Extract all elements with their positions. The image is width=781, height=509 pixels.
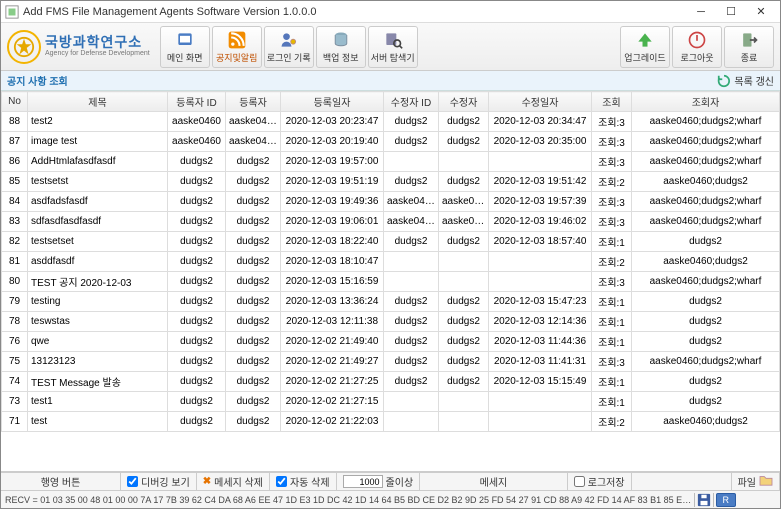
column-header[interactable]: 조회자 <box>632 92 780 112</box>
refresh-list-button[interactable]: 목록 갱신 <box>717 73 774 88</box>
row-button-cell[interactable]: 행영 버튼 <box>1 473 121 490</box>
column-header[interactable]: 등록자 ID <box>168 92 226 112</box>
exit-door-icon <box>739 30 759 50</box>
database-icon <box>331 30 351 50</box>
server-search-icon <box>383 30 403 50</box>
logout-icon <box>687 30 707 50</box>
table-row[interactable]: 82testsetsetdudgs2dudgs22020-12-03 18:22… <box>2 232 780 252</box>
table-row[interactable]: 80TEST 공지 2020-12-03dudgs2dudgs22020-12-… <box>2 272 780 292</box>
toolbar-upgrade-button[interactable]: 업그레이드 <box>620 26 670 68</box>
column-header[interactable]: 수정일자 <box>489 92 592 112</box>
log-save-checkbox[interactable] <box>574 476 585 487</box>
column-header[interactable]: 조회 <box>592 92 632 112</box>
sub-header: 공지 사항 조회 목록 갱신 <box>1 71 780 91</box>
column-header[interactable]: 등록자 <box>226 92 281 112</box>
toolbar-logout-button[interactable]: 로그아웃 <box>672 26 722 68</box>
up-arrow-icon <box>635 30 655 50</box>
close-button[interactable]: ✕ <box>746 3 776 21</box>
column-header[interactable]: No <box>2 92 28 112</box>
line-count-input[interactable] <box>343 475 383 488</box>
recv-log: RECV = 01 03 35 00 48 01 00 00 7A 17 7B … <box>5 495 692 505</box>
table-row[interactable]: 7513123123dudgs2dudgs22020-12-02 21:49:2… <box>2 352 780 372</box>
rss-icon <box>227 30 247 50</box>
auto-delete-toggle[interactable]: 자동 삭제 <box>270 473 337 490</box>
message-label: 메세지 <box>420 473 568 490</box>
table-row[interactable]: 86AddHtmlafasdfasdfdudgs2dudgs22020-12-0… <box>2 152 780 172</box>
column-header[interactable]: 수정자 <box>439 92 489 112</box>
toolbar-login-button[interactable]: 로그인 기록 <box>264 26 314 68</box>
column-header[interactable]: 등록일자 <box>281 92 384 112</box>
notice-grid[interactable]: No제목등록자 ID등록자등록일자수정자 ID수정자수정일자조회조회자 88te… <box>1 91 780 472</box>
table-row[interactable]: 76qwedudgs2dudgs22020-12-02 21:49:40dudg… <box>2 332 780 352</box>
logo-title-kr: 국방과학연구소 <box>45 35 150 50</box>
auto-delete-checkbox[interactable] <box>276 476 287 487</box>
table-row[interactable]: 81asddfasdfdudgs2dudgs22020-12-03 18:10:… <box>2 252 780 272</box>
table-row[interactable]: 85testsetstdudgs2dudgs22020-12-03 19:51:… <box>2 172 780 192</box>
table-row[interactable]: 88test2aaske0460aaske04602020-12-03 20:2… <box>2 112 780 132</box>
notice-table: No제목등록자 ID등록자등록일자수정자 ID수정자수정일자조회조회자 88te… <box>1 91 780 432</box>
table-row[interactable]: 74TEST Message 발송dudgs2dudgs22020-12-02 … <box>2 372 780 392</box>
delete-x-icon: ✖ <box>203 476 211 487</box>
status-r-badge: R <box>716 493 737 507</box>
status-bar: RECV = 01 03 35 00 48 01 00 00 7A 17 7B … <box>1 490 780 508</box>
logo-emblem-icon <box>7 30 41 64</box>
line-count-cell: 줄이상 <box>337 473 421 490</box>
file-button[interactable]: 파일 <box>732 473 780 490</box>
table-row[interactable]: 84asdfadsfasdfdudgs2dudgs22020-12-03 19:… <box>2 192 780 212</box>
titlebar: Add FMS File Management Agents Software … <box>1 1 780 23</box>
logo: 국방과학연구소 Agency for Defense Development <box>7 30 150 64</box>
window-title: Add FMS File Management Agents Software … <box>23 6 686 18</box>
log-save-toggle[interactable]: 로그저장 <box>568 473 632 490</box>
home-icon <box>175 30 195 50</box>
table-row[interactable]: 78teswstasdudgs2dudgs22020-12-03 12:11:3… <box>2 312 780 332</box>
refresh-icon <box>717 74 731 88</box>
msg-delete-button[interactable]: ✖메세지 삭제 <box>197 473 270 490</box>
toolbar-notice-button[interactable]: 공지및알림 <box>212 26 262 68</box>
header-toolbar: 국방과학연구소 Agency for Defense Development 메… <box>1 23 780 71</box>
section-title: 공지 사항 조회 <box>7 73 68 88</box>
open-folder-icon <box>759 474 773 489</box>
toolbar-server-button[interactable]: 서버 탐색기 <box>368 26 418 68</box>
debug-view-toggle[interactable]: 디버깅 보기 <box>121 473 197 490</box>
debug-view-checkbox[interactable] <box>127 476 138 487</box>
bottom-toolbar: 행영 버튼 디버깅 보기 ✖메세지 삭제 자동 삭제 줄이상 메세지 로그저장 … <box>1 472 780 490</box>
save-disk-icon[interactable] <box>697 493 711 507</box>
column-header[interactable]: 제목 <box>28 92 168 112</box>
toolbar-backup-button[interactable]: 백업 정보 <box>316 26 366 68</box>
table-row[interactable]: 87image testaaske0460aaske04602020-12-03… <box>2 132 780 152</box>
user-key-icon <box>279 30 299 50</box>
table-row[interactable]: 83sdfasdfasdfasdfdudgs2dudgs22020-12-03 … <box>2 212 780 232</box>
table-row[interactable]: 79testingdudgs2dudgs22020-12-03 13:36:24… <box>2 292 780 312</box>
app-icon <box>5 5 19 19</box>
toolbar-exit-button[interactable]: 종료 <box>724 26 774 68</box>
toolbar-main-button[interactable]: 메인 화면 <box>160 26 210 68</box>
column-header[interactable]: 수정자 ID <box>384 92 439 112</box>
window-controls: ─ ☐ ✕ <box>686 3 776 21</box>
table-row[interactable]: 71testdudgs2dudgs22020-12-02 21:22:03조회:… <box>2 412 780 432</box>
maximize-button[interactable]: ☐ <box>716 3 746 21</box>
app-window: Add FMS File Management Agents Software … <box>0 0 781 509</box>
logo-title-en: Agency for Defense Development <box>45 50 150 58</box>
table-row[interactable]: 73test1dudgs2dudgs22020-12-02 21:27:15조회… <box>2 392 780 412</box>
minimize-button[interactable]: ─ <box>686 3 716 21</box>
